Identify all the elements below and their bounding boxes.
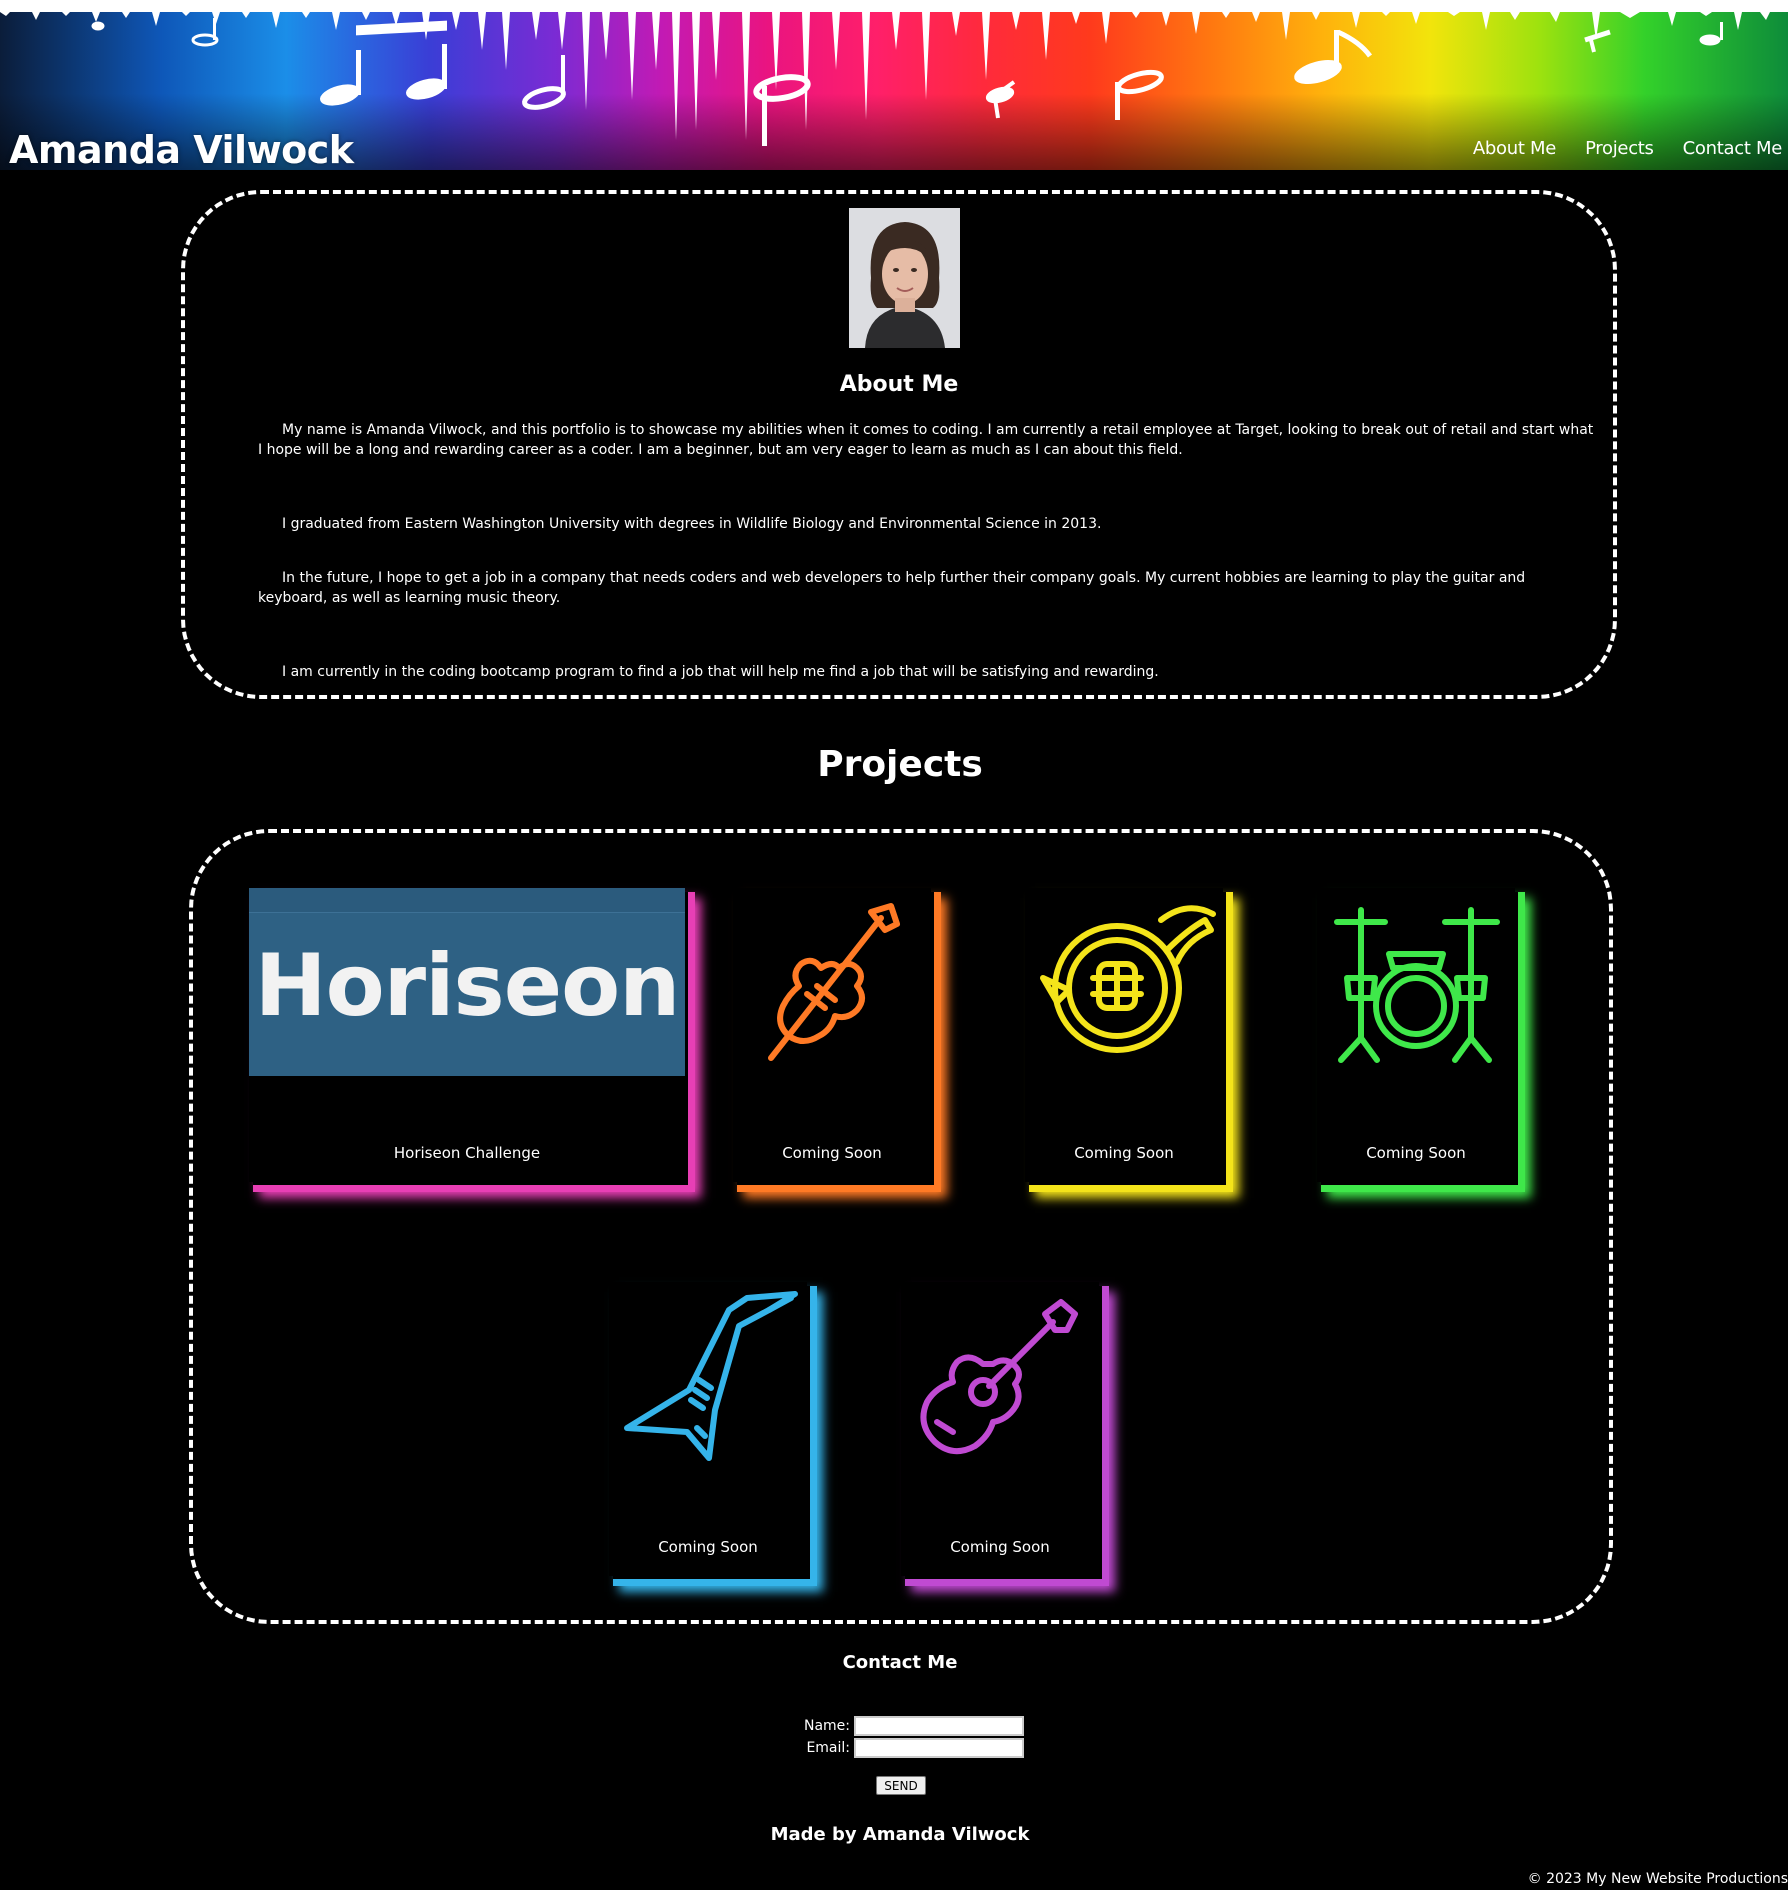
about-heading: About Me [839, 372, 959, 397]
email-label: Email: [806, 1740, 850, 1756]
profile-photo [849, 208, 960, 348]
projects-heading: Projects [817, 744, 983, 785]
about-paragraph-1: My name is Amanda Vilwock, and this port… [258, 422, 1594, 458]
about-paragraph-2: I graduated from Eastern Washington Univ… [282, 516, 1102, 532]
about-paragraph-4: I am currently in the coding bootcamp pr… [282, 664, 1159, 680]
contact-heading: Contact Me [842, 1652, 958, 1673]
horiseon-banner-text: Horiseon [254, 936, 681, 1036]
email-field[interactable] [854, 1738, 1024, 1758]
email-row: Email: [760, 1738, 1024, 1758]
send-button[interactable]: SEND [876, 1776, 926, 1795]
name-row: Name: [760, 1716, 1024, 1736]
horiseon-banner-image: Horiseon [249, 888, 685, 1076]
acoustic-guitar-icon [920, 1299, 1078, 1455]
project-card-horiseon[interactable]: Horiseon Horiseon Challenge [249, 888, 695, 1192]
projects-section: Horiseon Horiseon Challenge Coming Soon [189, 829, 1613, 1624]
french-horn-icon [1040, 905, 1216, 1053]
main-nav: About Me Projects Contact Me [1473, 138, 1782, 159]
project-card-drum-kit[interactable]: Coming Soon [1317, 888, 1525, 1192]
about-paragraph-3: In the future, I hope to get a job in a … [258, 570, 1526, 606]
name-label: Name: [803, 1718, 850, 1734]
project-card-electric-guitar[interactable]: Coming Soon [609, 1282, 817, 1586]
nav-about-me[interactable]: About Me [1473, 138, 1556, 159]
project-card-french-horn[interactable]: Coming Soon [1025, 888, 1233, 1192]
project-label: Coming Soon [1074, 1144, 1174, 1162]
project-label: Horiseon Challenge [393, 1144, 541, 1162]
name-field[interactable] [854, 1716, 1024, 1736]
project-card-acoustic-guitar[interactable]: Coming Soon [901, 1282, 1109, 1586]
made-by-text: Made by Amanda Vilwock [770, 1824, 1030, 1845]
electric-guitar-icon [624, 1291, 798, 1461]
copyright-text: © 2023 My New Website Productions [1527, 1871, 1788, 1887]
drum-kit-icon [1334, 907, 1500, 1063]
project-label: Coming Soon [658, 1538, 758, 1556]
project-label: Coming Soon [782, 1144, 882, 1162]
project-label: Coming Soon [1366, 1144, 1466, 1162]
site-title: Amanda Vilwock [9, 128, 354, 170]
nav-projects[interactable]: Projects [1585, 138, 1654, 159]
about-section: About Me My name is Amanda Vilwock, and … [181, 190, 1617, 699]
project-label: Coming Soon [950, 1538, 1050, 1556]
nav-contact-me[interactable]: Contact Me [1683, 138, 1783, 159]
violin-icon [768, 903, 900, 1061]
site-header: Amanda Vilwock About Me Projects Contact… [0, 0, 1788, 170]
project-card-violin[interactable]: Coming Soon [733, 888, 941, 1192]
